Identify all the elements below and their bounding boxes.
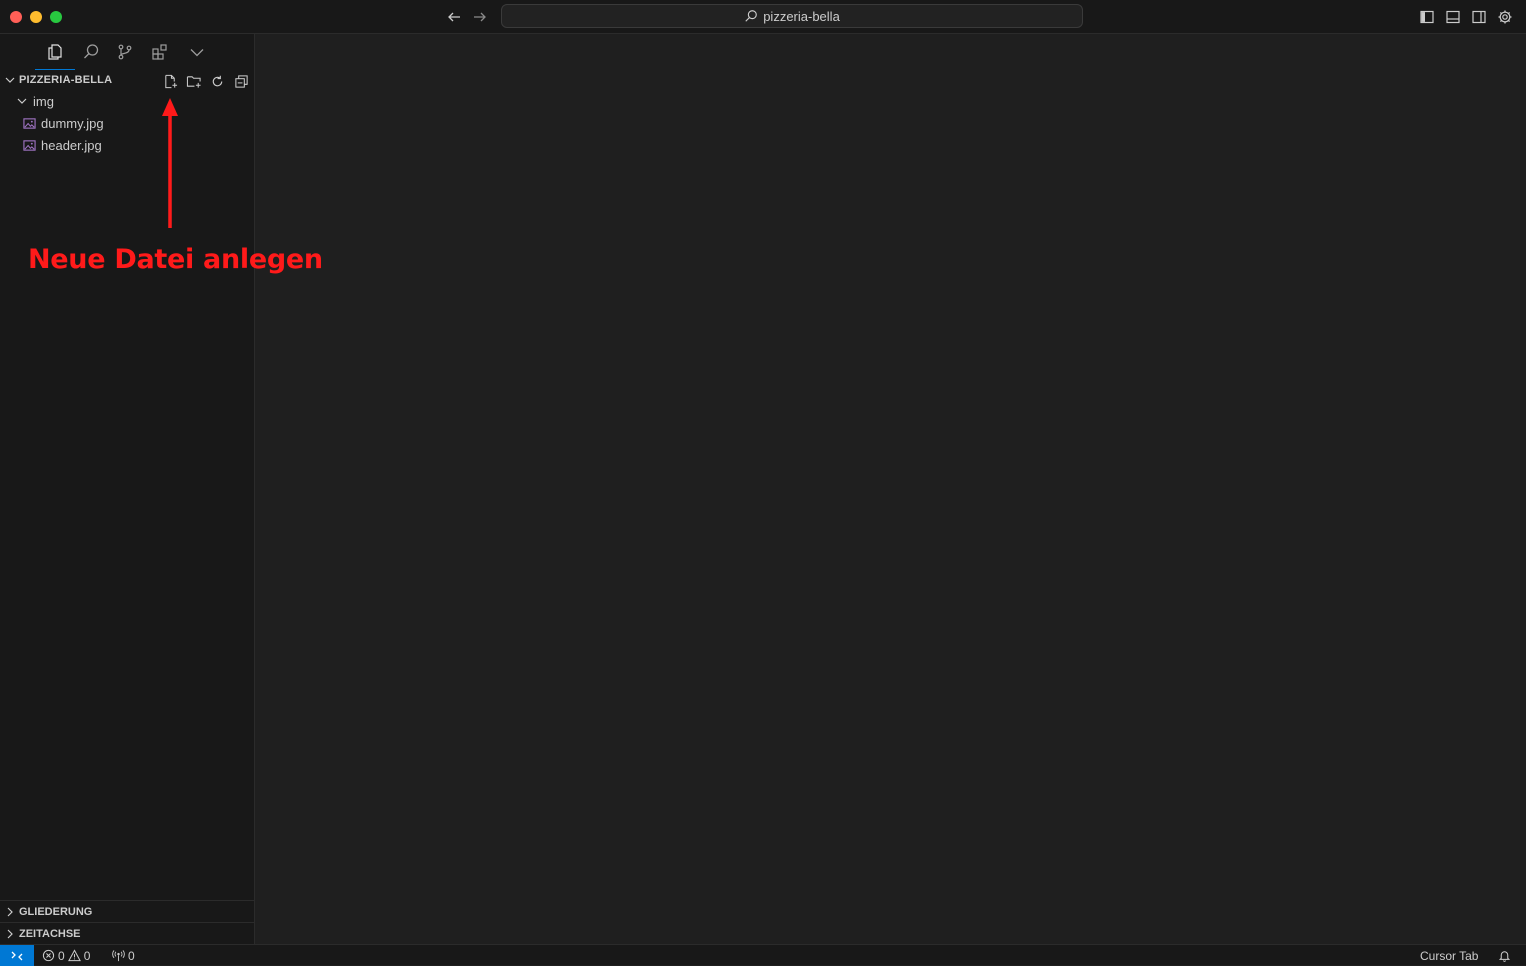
section-outline[interactable]: GLIEDERUNG (0, 900, 255, 922)
broadcast-icon (112, 950, 125, 962)
notifications-button[interactable] (1498, 945, 1511, 966)
arrow-right-icon (474, 12, 486, 22)
file-label: dummy.jpg (41, 116, 104, 131)
remote-icon (11, 951, 23, 960)
sidebar-right-icon (1472, 10, 1486, 24)
refresh-explorer-button[interactable] (208, 72, 226, 90)
section-label: GLIEDERUNG (19, 906, 93, 918)
chevron-right-icon (7, 929, 13, 939)
chevron-down-icon (5, 77, 15, 83)
folder-label: img (33, 94, 54, 109)
file-header-jpg[interactable]: header.jpg (0, 135, 255, 157)
navigate-forward-button[interactable] (470, 7, 490, 27)
cursor-tab-label: Cursor Tab (1420, 948, 1479, 963)
chevron-right-icon (7, 907, 13, 917)
new-file-button[interactable] (161, 72, 179, 90)
arrow-left-icon (448, 12, 460, 22)
activity-tabs (0, 34, 255, 70)
refresh-icon (212, 75, 222, 86)
close-window-button[interactable] (10, 11, 22, 23)
navigate-back-button[interactable] (444, 7, 464, 27)
chevron-down-icon (190, 49, 204, 57)
extensions-icon (152, 44, 167, 60)
source-control-icon (118, 44, 132, 60)
section-timeline[interactable]: ZEITACHSE (0, 922, 255, 944)
annotation-label: Neue Datei anlegen (28, 244, 323, 275)
primary-sidebar: PIZZERIA-BELLA img dummy.jpg header.jpg … (0, 34, 255, 944)
search-icon (84, 44, 99, 59)
image-file-icon (23, 118, 36, 129)
tab-extensions[interactable] (148, 40, 172, 64)
tab-source-control[interactable] (113, 40, 137, 64)
explorer-project-header[interactable]: PIZZERIA-BELLA (0, 70, 255, 92)
sidebar-left-icon (1420, 10, 1434, 24)
file-dummy-jpg[interactable]: dummy.jpg (0, 113, 255, 135)
file-label: header.jpg (41, 138, 102, 153)
new-folder-icon (186, 75, 201, 88)
minimize-window-button[interactable] (30, 11, 42, 23)
command-center-label: pizzeria-bella (763, 8, 840, 24)
remote-indicator-button[interactable] (0, 945, 34, 966)
new-file-icon (164, 74, 177, 88)
toggle-primary-sidebar-button[interactable] (1417, 7, 1437, 27)
ports-count: 0 (128, 948, 135, 963)
collapse-all-icon (234, 74, 248, 88)
error-count: 0 (58, 948, 65, 963)
project-name: PIZZERIA-BELLA (19, 74, 113, 86)
maximize-window-button[interactable] (50, 11, 62, 23)
image-file-icon (23, 140, 36, 151)
command-center-search[interactable]: pizzeria-bella (501, 4, 1083, 28)
warning-icon (67, 949, 81, 962)
gear-icon (1498, 10, 1512, 24)
new-folder-button[interactable] (185, 72, 203, 90)
status-bar: 0 0 0 Cursor Tab (0, 944, 1526, 966)
search-icon (745, 10, 758, 22)
section-label: ZEITACHSE (19, 928, 81, 940)
error-icon (42, 949, 55, 962)
annotation-arrow-icon (162, 98, 178, 228)
editor-area[interactable] (256, 34, 1526, 944)
collapse-folders-button[interactable] (232, 72, 250, 90)
tab-explorer[interactable] (35, 40, 75, 70)
tab-search[interactable] (79, 40, 103, 64)
settings-button[interactable] (1495, 7, 1515, 27)
problems-indicator[interactable]: 0 0 (42, 945, 90, 966)
toggle-panel-button[interactable] (1443, 7, 1463, 27)
title-bar: pizzeria-bella (0, 0, 1526, 34)
cursor-tab-indicator[interactable]: Cursor Tab (1420, 945, 1478, 966)
tab-more[interactable] (185, 40, 209, 64)
files-icon (48, 44, 62, 60)
bell-icon (1498, 951, 1511, 962)
folder-img[interactable]: img (0, 91, 255, 113)
panel-bottom-icon (1446, 10, 1460, 24)
toggle-secondary-sidebar-button[interactable] (1469, 7, 1489, 27)
warning-count: 0 (83, 948, 91, 963)
chevron-down-icon (17, 98, 27, 104)
ports-indicator[interactable]: 0 (112, 945, 135, 966)
